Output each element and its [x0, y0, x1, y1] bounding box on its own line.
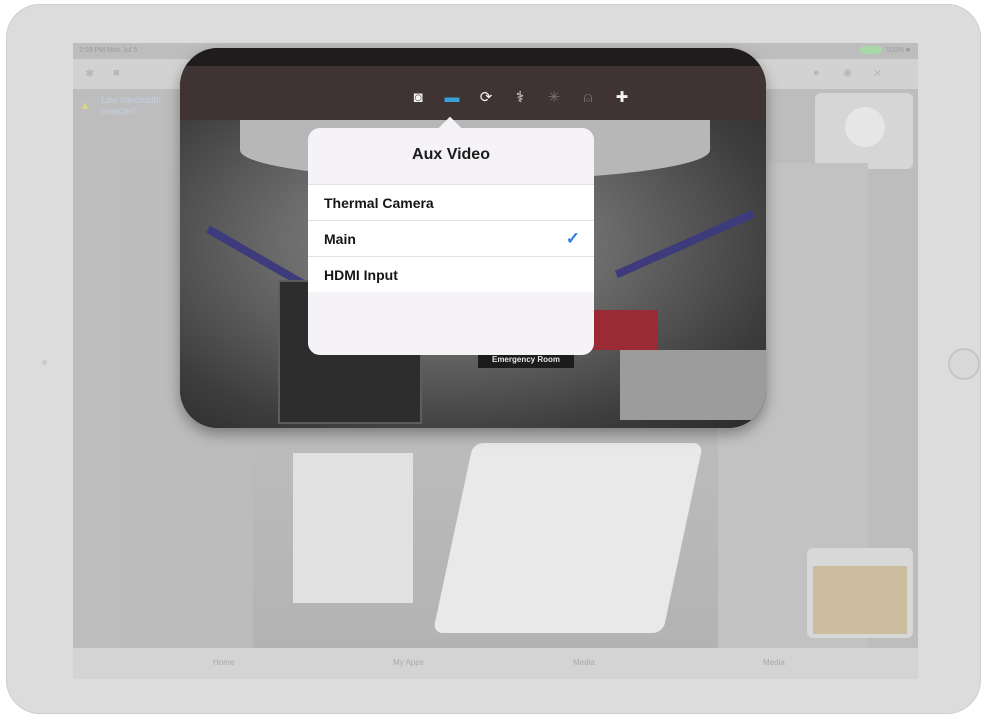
stethoscope-icon[interactable]: ⚕ — [510, 88, 530, 108]
option-label: HDMI Input — [324, 267, 398, 283]
hand-icon[interactable]: ⍝ — [578, 88, 598, 108]
popover-title: Aux Video — [412, 146, 490, 163]
checkmark-icon: ✓ — [565, 229, 580, 248]
option-label: Main — [324, 231, 356, 247]
camera-icon[interactable]: ◙ — [408, 88, 428, 108]
room-bed — [432, 443, 704, 633]
info-icon[interactable]: ● — [813, 67, 820, 79]
remote-avatar[interactable] — [815, 93, 913, 169]
option-thermal-camera[interactable]: Thermal Camera — [308, 184, 594, 220]
option-label: Thermal Camera — [324, 195, 434, 211]
close-icon[interactable]: ✕ — [873, 67, 882, 80]
bottom-nav: Home My Apps Media Media — [73, 648, 918, 679]
nav-media-2[interactable]: Media — [763, 658, 785, 667]
status-right: 100% ■ — [859, 46, 910, 54]
bandwidth-alert: Low bandwidth detected — [101, 95, 161, 117]
room-cabinet — [293, 453, 413, 603]
aux-video-icon[interactable]: ▬ — [442, 88, 462, 108]
aux-video-popover: Aux Video Thermal Camera Main ✓ HDMI Inp… — [308, 128, 594, 355]
bluetooth-icon[interactable]: ✱ — [85, 67, 94, 80]
settings-icon[interactable]: ✺ — [843, 67, 852, 80]
card-top-strip — [180, 48, 766, 66]
self-view-pip[interactable] — [807, 548, 913, 638]
alert-line1: Low bandwidth — [101, 95, 162, 105]
camera-stripe-right — [614, 209, 756, 279]
video-toolbar — [180, 66, 766, 120]
warning-icon: ▲ — [79, 98, 91, 112]
camera-dot — [42, 360, 47, 365]
nav-my-apps[interactable]: My Apps — [393, 658, 424, 667]
home-button[interactable] — [948, 348, 980, 380]
nav-home[interactable]: Home — [213, 658, 234, 667]
avatar-icon — [845, 107, 885, 147]
battery-pill — [859, 46, 882, 54]
rotate-icon[interactable]: ⟳ — [476, 88, 496, 108]
self-view-video — [813, 566, 907, 634]
alert-line2: detected — [101, 106, 136, 116]
mute-icon[interactable]: ■ — [113, 67, 120, 79]
add-user-icon[interactable]: ✚ — [612, 88, 632, 108]
nav-media-1[interactable]: Media — [573, 658, 595, 667]
option-main[interactable]: Main ✓ — [308, 220, 594, 256]
battery-text: 100% ■ — [885, 46, 910, 54]
camera-red-panel — [588, 310, 658, 350]
camera-counter — [620, 350, 766, 420]
status-time: 2:59 PM Mon Jul 5 — [79, 47, 138, 54]
option-hdmi-input[interactable]: HDMI Input — [308, 256, 594, 292]
pattern-icon[interactable]: ✳ — [544, 88, 564, 108]
